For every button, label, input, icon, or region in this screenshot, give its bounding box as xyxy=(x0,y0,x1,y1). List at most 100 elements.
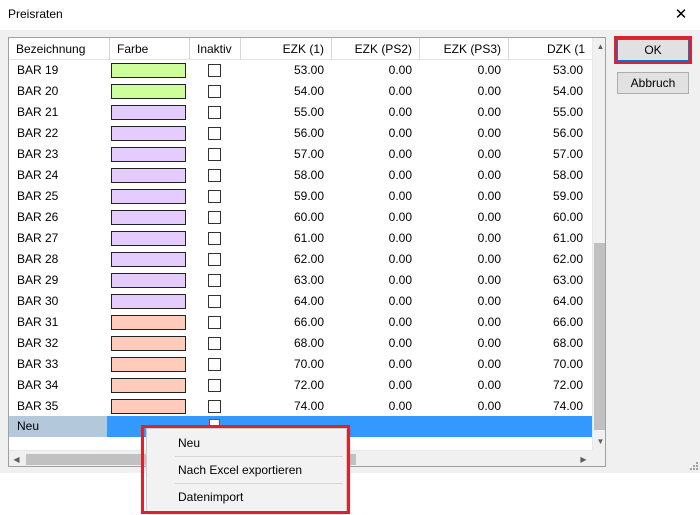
cell-ezk-ps2: 0.00 xyxy=(388,126,412,140)
table-row[interactable]: BAR 29 63.00 0.00 0.00 63.00 xyxy=(9,270,592,291)
table-row[interactable]: BAR 22 56.00 0.00 0.00 56.00 xyxy=(9,123,592,144)
color-swatch[interactable] xyxy=(111,357,186,372)
price-rates-grid[interactable]: Bezeichnung Farbe Inaktiv EZK (1) EZK (P… xyxy=(8,37,606,467)
cell-ezk1: 61.00 xyxy=(293,231,324,245)
inactive-checkbox[interactable] xyxy=(208,400,221,413)
column-header-ezk-ps2[interactable]: EZK (PS2) xyxy=(332,38,420,60)
column-header-ezk-ps3[interactable]: EZK (PS3) xyxy=(420,38,509,60)
inactive-checkbox[interactable] xyxy=(208,148,221,161)
scroll-down-icon[interactable]: ▼ xyxy=(593,433,605,449)
color-swatch[interactable] xyxy=(111,273,186,288)
cell-ezk-ps2: 0.00 xyxy=(388,378,412,392)
table-row[interactable]: BAR 24 58.00 0.00 0.00 58.00 xyxy=(9,165,592,186)
cell-ezk-ps3: 0.00 xyxy=(477,357,501,371)
inactive-checkbox[interactable] xyxy=(208,337,221,350)
inactive-checkbox[interactable] xyxy=(208,169,221,182)
table-row[interactable]: BAR 32 68.00 0.00 0.00 68.00 xyxy=(9,333,592,354)
color-swatch[interactable] xyxy=(111,399,186,414)
cell-bezeichnung: BAR 27 xyxy=(17,231,59,245)
column-header-bezeichnung[interactable]: Bezeichnung xyxy=(9,38,110,60)
inactive-checkbox[interactable] xyxy=(208,64,221,77)
close-icon[interactable]: ✕ xyxy=(668,2,694,26)
column-header-dzk1[interactable]: DZK (1 xyxy=(509,38,592,60)
inactive-checkbox[interactable] xyxy=(208,127,221,140)
color-swatch[interactable] xyxy=(111,105,186,120)
cell-dzk1: 66.00 xyxy=(552,315,583,329)
cell-ezk-ps2: 0.00 xyxy=(388,315,412,329)
cell-ezk-ps2: 0.00 xyxy=(388,168,412,182)
cell-ezk-ps2: 0.00 xyxy=(388,252,412,266)
color-swatch[interactable] xyxy=(111,294,186,309)
inactive-checkbox[interactable] xyxy=(208,253,221,266)
inactive-checkbox[interactable] xyxy=(208,232,221,245)
cell-ezk1: 72.00 xyxy=(293,378,324,392)
table-row[interactable]: BAR 31 66.00 0.00 0.00 66.00 xyxy=(9,312,592,333)
color-swatch[interactable] xyxy=(111,168,186,183)
cancel-button[interactable]: Abbruch xyxy=(617,72,689,94)
table-row[interactable]: BAR 19 53.00 0.00 0.00 53.00 xyxy=(9,60,592,81)
inactive-checkbox[interactable] xyxy=(208,379,221,392)
cell-ezk1: 74.00 xyxy=(293,399,324,413)
table-row[interactable]: BAR 34 72.00 0.00 0.00 72.00 xyxy=(9,375,592,396)
inactive-checkbox[interactable] xyxy=(208,85,221,98)
inactive-checkbox[interactable] xyxy=(208,211,221,224)
cell-dzk1: 57.00 xyxy=(552,147,583,161)
color-swatch[interactable] xyxy=(111,378,186,393)
cell-bezeichnung: BAR 23 xyxy=(17,147,59,161)
resize-grip-icon[interactable] xyxy=(688,460,698,470)
cell-bezeichnung: BAR 21 xyxy=(17,105,59,119)
table-row[interactable]: BAR 30 64.00 0.00 0.00 64.00 xyxy=(9,291,592,312)
cell-ezk-ps2: 0.00 xyxy=(388,357,412,371)
cell-ezk-ps3: 0.00 xyxy=(477,126,501,140)
cell-bezeichnung: BAR 33 xyxy=(17,357,59,371)
cell-ezk1: 64.00 xyxy=(293,294,324,308)
cell-ezk1: 53.00 xyxy=(293,63,324,77)
table-row[interactable]: BAR 35 74.00 0.00 0.00 74.00 xyxy=(9,396,592,417)
inactive-checkbox[interactable] xyxy=(208,106,221,119)
cell-dzk1: 64.00 xyxy=(552,294,583,308)
scroll-left-icon[interactable]: ◀ xyxy=(9,451,24,466)
color-swatch[interactable] xyxy=(111,315,186,330)
table-row[interactable]: BAR 25 59.00 0.00 0.00 59.00 xyxy=(9,186,592,207)
column-header-farbe[interactable]: Farbe xyxy=(110,38,190,60)
table-row[interactable]: BAR 21 55.00 0.00 0.00 55.00 xyxy=(9,102,592,123)
table-row[interactable]: BAR 27 61.00 0.00 0.00 61.00 xyxy=(9,228,592,249)
color-swatch[interactable] xyxy=(111,231,186,246)
cell-bezeichnung: BAR 20 xyxy=(17,84,59,98)
cell-ezk1: 54.00 xyxy=(293,84,324,98)
inactive-checkbox[interactable] xyxy=(208,358,221,371)
inactive-checkbox[interactable] xyxy=(208,295,221,308)
inactive-checkbox[interactable] xyxy=(208,274,221,287)
below-dialog xyxy=(0,473,700,515)
color-swatch[interactable] xyxy=(111,189,186,204)
column-header-inaktiv[interactable]: Inaktiv xyxy=(190,38,241,60)
column-header-ezk1[interactable]: EZK (1) xyxy=(241,38,332,60)
table-row[interactable]: BAR 33 70.00 0.00 0.00 70.00 xyxy=(9,354,592,375)
cell-bezeichnung: BAR 29 xyxy=(17,273,59,287)
cell-dzk1: 70.00 xyxy=(552,357,583,371)
color-swatch[interactable] xyxy=(111,210,186,225)
cell-ezk1: 70.00 xyxy=(293,357,324,371)
new-row-label[interactable]: Neu xyxy=(9,416,107,437)
cell-dzk1: 74.00 xyxy=(552,399,583,413)
cell-bezeichnung: BAR 34 xyxy=(17,378,59,392)
inactive-checkbox[interactable] xyxy=(208,190,221,203)
cell-ezk-ps3: 0.00 xyxy=(477,399,501,413)
table-row[interactable]: BAR 23 57.00 0.00 0.00 57.00 xyxy=(9,144,592,165)
table-row[interactable]: BAR 28 62.00 0.00 0.00 62.00 xyxy=(9,249,592,270)
color-swatch[interactable] xyxy=(111,147,186,162)
color-swatch[interactable] xyxy=(111,336,186,351)
table-row[interactable]: BAR 26 60.00 0.00 0.00 60.00 xyxy=(9,207,592,228)
cell-ezk-ps3: 0.00 xyxy=(477,105,501,119)
table-row[interactable]: BAR 20 54.00 0.00 0.00 54.00 xyxy=(9,81,592,102)
color-swatch[interactable] xyxy=(111,84,186,99)
color-swatch[interactable] xyxy=(111,252,186,267)
color-swatch[interactable] xyxy=(111,63,186,78)
vertical-scroll-thumb[interactable] xyxy=(594,243,605,430)
scroll-right-icon[interactable]: ▶ xyxy=(576,451,591,466)
cell-ezk-ps3: 0.00 xyxy=(477,315,501,329)
inactive-checkbox[interactable] xyxy=(208,316,221,329)
vertical-scrollbar[interactable]: ▲ ▼ xyxy=(592,38,605,450)
scroll-up-icon[interactable]: ▲ xyxy=(593,38,605,54)
color-swatch[interactable] xyxy=(111,126,186,141)
